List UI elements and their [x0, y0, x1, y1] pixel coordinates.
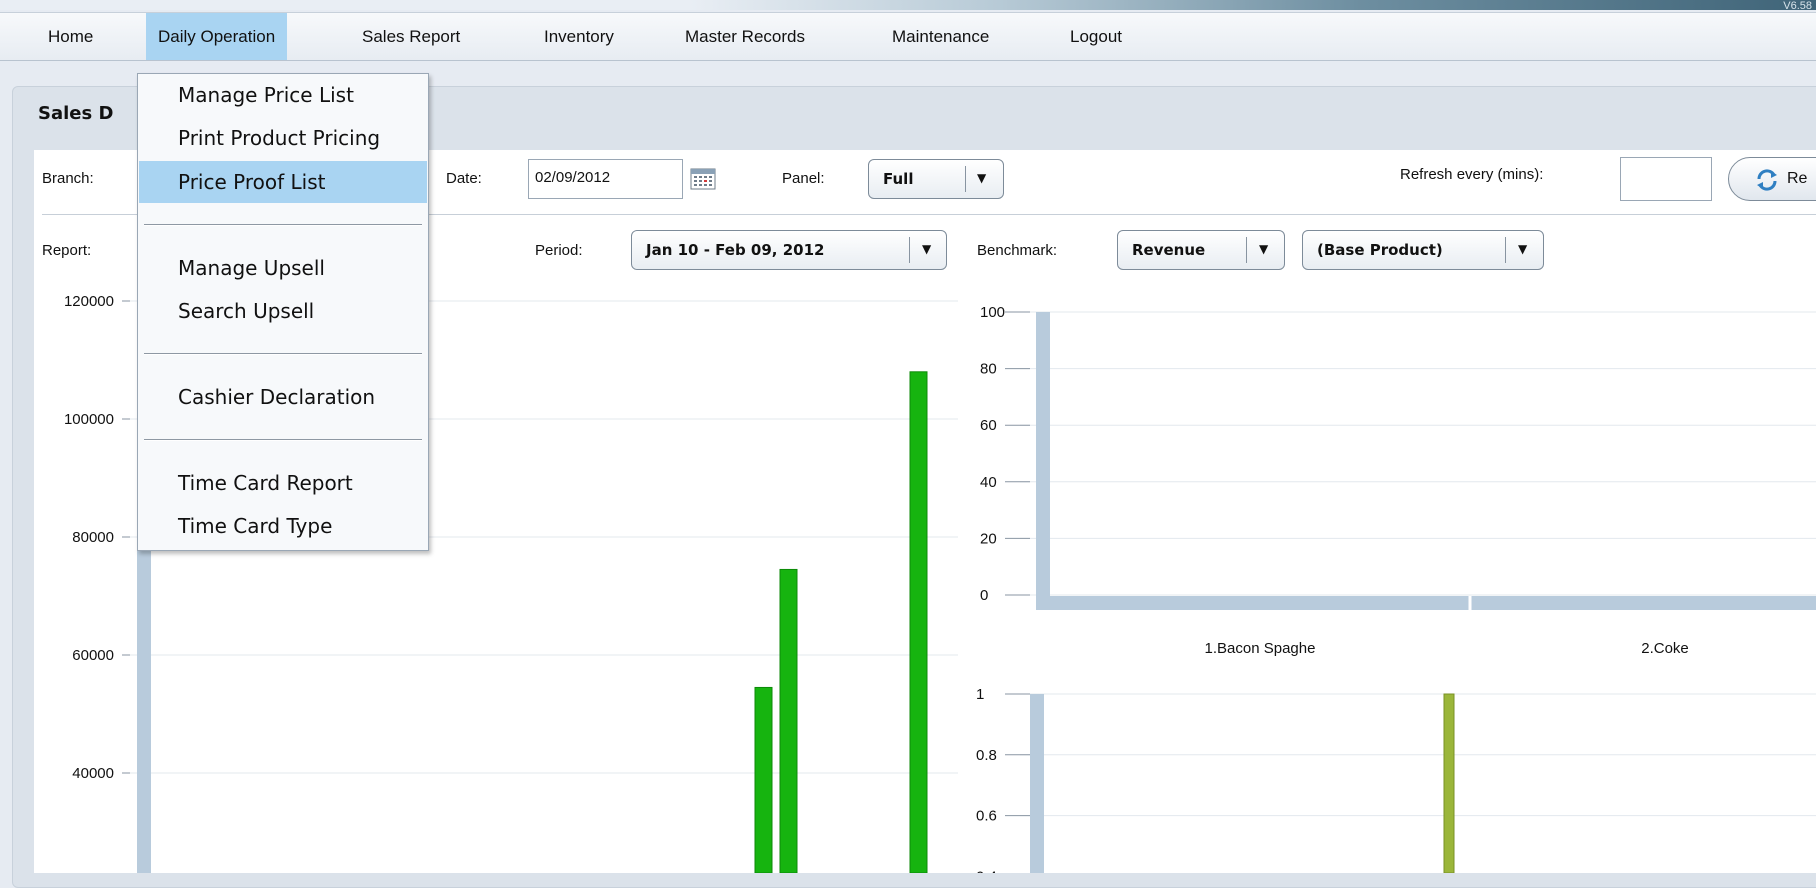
chevron-down-icon: ▼: [1259, 242, 1269, 256]
benchmark-select[interactable]: Revenue ▼: [1117, 230, 1285, 270]
chevron-down-icon: ▼: [1518, 242, 1528, 256]
calendar-icon[interactable]: [690, 168, 716, 190]
period-select[interactable]: Jan 10 - Feb 09, 2012 ▼: [631, 230, 947, 270]
report-label: Report:: [42, 242, 92, 259]
refresh-interval-input[interactable]: [1620, 157, 1712, 201]
refresh-label: Refresh every (mins):: [1400, 166, 1544, 183]
menu-separator: [144, 224, 422, 226]
menu-item-manage-upsell[interactable]: Manage Upsell: [139, 247, 427, 289]
refresh-icon: [1757, 169, 1777, 191]
panel-label: Panel:: [782, 170, 825, 187]
benchmark-select-value: Revenue: [1132, 241, 1206, 259]
daily-operation-dropdown: Manage Price List Print Product Pricing …: [137, 73, 429, 551]
menu-master-records[interactable]: Master Records: [673, 13, 817, 60]
product-select-value: (Base Product): [1317, 241, 1443, 259]
menu-logout[interactable]: Logout: [1058, 13, 1134, 60]
date-field[interactable]: 02/09/2012: [528, 159, 683, 199]
combo-divider: [1505, 237, 1506, 263]
chevron-down-icon: ▼: [977, 171, 987, 185]
menu-item-time-card-type[interactable]: Time Card Type: [139, 505, 427, 547]
menubar: Home Daily Operation Sales Report Invent…: [0, 12, 1816, 61]
menu-inventory[interactable]: Inventory: [532, 13, 626, 60]
menu-separator: [144, 353, 422, 355]
date-label: Date:: [446, 170, 482, 187]
combo-divider: [1246, 237, 1247, 263]
combo-divider: [965, 166, 966, 192]
menu-separator: [144, 439, 422, 441]
refresh-button[interactable]: Re: [1728, 157, 1816, 201]
version-label: V6.58: [1783, 0, 1812, 12]
branch-label: Branch:: [42, 170, 94, 187]
refresh-button-label: Re: [1787, 170, 1808, 187]
menu-item-search-upsell[interactable]: Search Upsell: [139, 290, 427, 332]
menu-sales-report[interactable]: Sales Report: [350, 13, 472, 60]
panel-select[interactable]: Full ▼: [868, 159, 1004, 199]
menu-maintenance[interactable]: Maintenance: [880, 13, 1001, 60]
menu-daily-operation[interactable]: Daily Operation: [146, 13, 288, 60]
benchmark-label: Benchmark:: [977, 242, 1058, 259]
menu-item-cashier-declaration[interactable]: Cashier Declaration: [139, 376, 427, 418]
panel-select-value: Full: [883, 170, 914, 188]
combo-divider: [909, 237, 910, 263]
menu-item-time-card-report[interactable]: Time Card Report: [139, 462, 427, 504]
menu-item-price-proof-list[interactable]: Price Proof List: [139, 161, 427, 203]
menu-home[interactable]: Home: [36, 13, 105, 60]
chevron-down-icon: ▼: [922, 242, 932, 256]
menu-item-print-product-pricing[interactable]: Print Product Pricing: [139, 117, 427, 159]
menu-item-manage-price-list[interactable]: Manage Price List: [139, 74, 427, 116]
period-select-value: Jan 10 - Feb 09, 2012: [646, 241, 825, 259]
period-label: Period:: [535, 242, 583, 259]
product-select[interactable]: (Base Product) ▼: [1302, 230, 1544, 270]
top-banner: [0, 0, 1816, 10]
panel-title: Sales D: [38, 103, 114, 124]
